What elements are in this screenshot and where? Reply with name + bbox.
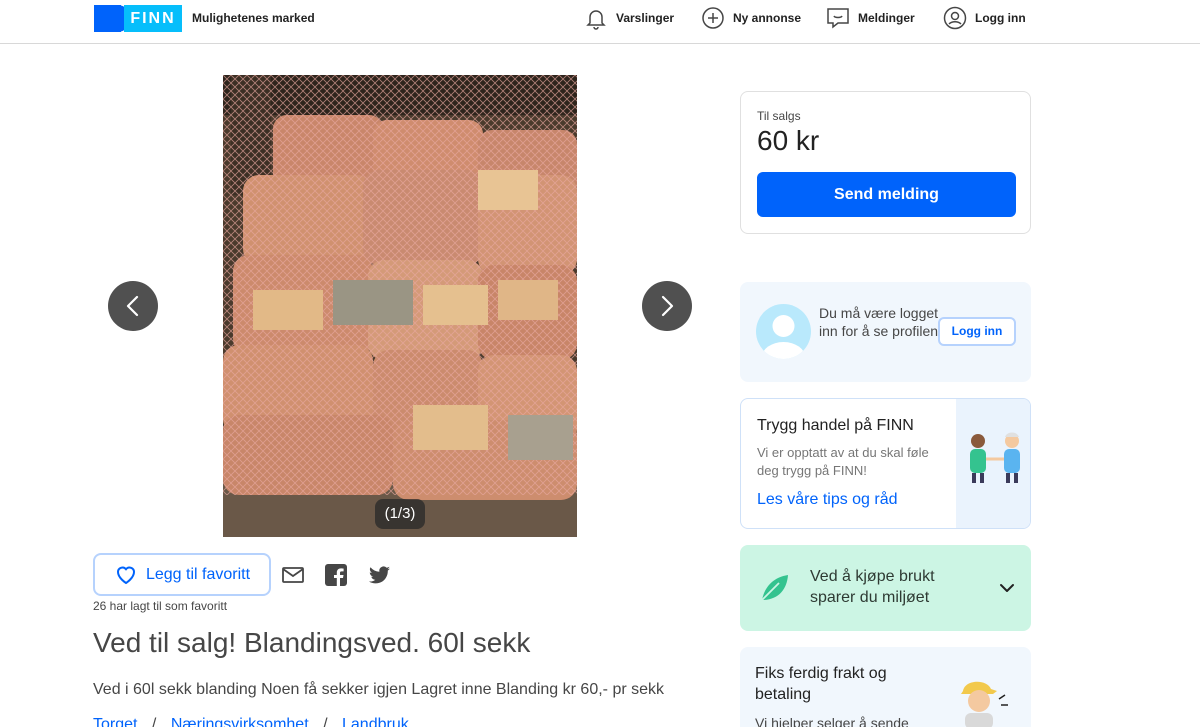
- image-counter: (1/3): [375, 499, 425, 529]
- add-favorite-button[interactable]: Legg til favoritt: [93, 553, 271, 596]
- nav-messages-label: Meldinger: [858, 11, 915, 25]
- breadcrumb-separator: /: [323, 716, 328, 727]
- listing-title: Ved til salg! Blandingsved. 60l sekk: [93, 627, 531, 658]
- breadcrumb-torget[interactable]: Torget: [93, 716, 137, 727]
- email-share-icon[interactable]: [280, 562, 306, 588]
- listing-photo[interactable]: [223, 75, 577, 537]
- heart-icon: [116, 566, 135, 584]
- user-circle-icon: [943, 6, 967, 30]
- logo-mark: [94, 5, 131, 32]
- leaf-icon: [761, 575, 788, 601]
- logo-wordmark: FINN: [124, 5, 182, 32]
- listing-description: Ved i 60l sekk blanding Noen få sekker i…: [93, 681, 665, 698]
- shipping-info-card: Fiks ferdig frakt og betaling Vi hjelper…: [740, 647, 1031, 727]
- price-card: Til salgs 60 kr Send melding: [740, 91, 1031, 234]
- bell-icon: [586, 10, 606, 30]
- chat-icon: [827, 8, 849, 29]
- shipping-title: Fiks ferdig frakt og betaling: [755, 665, 887, 703]
- chevron-down-icon: [1000, 584, 1014, 592]
- chevron-right-icon: [661, 295, 674, 317]
- chevron-left-icon: [126, 295, 139, 317]
- safe-trade-text: Vi er opptatt av at du skal føle deg try…: [757, 445, 929, 478]
- price-value: 60 kr: [757, 125, 820, 156]
- favorite-count: 26 har lagt til som favoritt: [93, 599, 228, 613]
- finn-logo[interactable]: FINN: [94, 5, 182, 32]
- plus-circle-icon: [702, 7, 724, 29]
- add-favorite-label: Legg til favoritt: [145, 565, 251, 583]
- avatar: [756, 304, 811, 359]
- delivery-person-illustration: [961, 681, 1008, 727]
- nav-login[interactable]: Logg inn: [943, 4, 1026, 32]
- safe-trade-card: Trygg handel på FINN Vi er opptatt av at…: [740, 398, 1031, 529]
- eco-info-card[interactable]: Ved å kjøpe brukt sparer du miljøet: [740, 545, 1031, 631]
- profile-login-button[interactable]: Logg inn: [938, 317, 1016, 346]
- firewood-sacks-image: [223, 75, 577, 537]
- handshake-people-illustration: [970, 432, 1020, 483]
- nav-login-label: Logg inn: [975, 11, 1026, 25]
- default-avatar-icon: [761, 315, 806, 359]
- breadcrumb-naeringsvirksomhet[interactable]: Næringsvirksomhet: [171, 716, 309, 727]
- twitter-share-icon[interactable]: [367, 562, 393, 588]
- nav-new-ad[interactable]: Ny annonse: [701, 4, 801, 32]
- nav-alerts[interactable]: Varslinger: [584, 4, 674, 32]
- next-image-button[interactable]: [642, 281, 692, 331]
- safe-trade-title: Trygg handel på FINN: [757, 417, 914, 434]
- site-tagline: Mulighetenes marked: [192, 11, 315, 25]
- site-header: FINN Mulighetenes marked Varslinger Ny a…: [0, 0, 1200, 44]
- send-message-button[interactable]: Send melding: [757, 172, 1016, 217]
- nav-alerts-label: Varslinger: [616, 11, 675, 25]
- price-label: Til salgs: [757, 109, 801, 123]
- eco-info-text: Ved å kjøpe brukt sparer du miljøet: [810, 568, 935, 606]
- profile-login-prompt: Du må være logget inn for å se profilen: [819, 305, 939, 339]
- breadcrumb-separator: /: [151, 716, 157, 727]
- nav-messages[interactable]: Meldinger: [826, 4, 915, 32]
- breadcrumb: Torget / Næringsvirksomhet / Landbruk: [93, 716, 409, 727]
- previous-image-button[interactable]: [108, 281, 158, 331]
- facebook-share-icon[interactable]: [323, 562, 349, 588]
- nav-new-ad-label: Ny annonse: [733, 11, 802, 25]
- profile-card: Du må være logget inn for å se profilen …: [740, 282, 1031, 382]
- safe-trade-illustration: [956, 399, 1030, 528]
- shipping-text: Vi hjelper selger å sende: [755, 715, 909, 727]
- breadcrumb-landbruk[interactable]: Landbruk: [342, 716, 409, 727]
- safe-trade-tips-link[interactable]: Les våre tips og råd: [757, 491, 898, 509]
